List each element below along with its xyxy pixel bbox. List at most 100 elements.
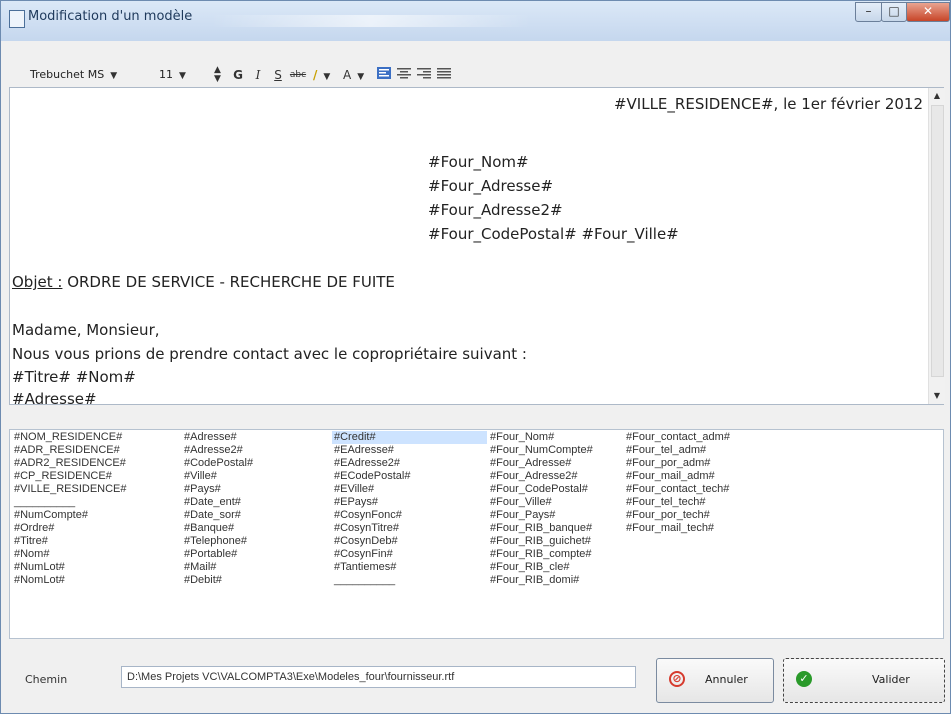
editor-scrollbar[interactable]: ▲ ▼ — [928, 88, 945, 404]
merge-field-item[interactable]: #Four_contact_adm# — [624, 431, 784, 444]
merge-field-item[interactable]: #Four_contact_tech# — [624, 483, 784, 496]
close-button[interactable]: ✕ — [906, 2, 950, 22]
merge-field-item[interactable]: #CosynTitre# — [332, 522, 487, 535]
italic-button[interactable]: I — [249, 65, 267, 85]
merge-field-item[interactable]: #Debit# — [182, 574, 332, 587]
merge-field-item[interactable]: #EPays# — [332, 496, 487, 509]
align-right-button[interactable] — [415, 65, 433, 85]
merge-field-item[interactable]: #Tantiemes# — [332, 561, 487, 574]
merge-field-item[interactable]: #ADR_RESIDENCE# — [12, 444, 162, 457]
merge-field-item[interactable]: #EVille# — [332, 483, 487, 496]
merge-field-item[interactable]: #Telephone# — [182, 535, 332, 548]
merge-field-item[interactable]: #Adresse2# — [182, 444, 332, 457]
merge-field-item[interactable]: #Four_mail_tech# — [624, 522, 784, 535]
merge-field-item[interactable]: #EAdresse2# — [332, 457, 487, 470]
merge-field-item[interactable]: #CosynFonc# — [332, 509, 487, 522]
merge-field-item[interactable]: #Four_por_tech# — [624, 509, 784, 522]
text-color-button[interactable]: A ▼ — [343, 65, 373, 85]
annuler-button[interactable]: ⊘ Annuler — [656, 658, 774, 703]
maximize-button[interactable]: □ — [881, 2, 907, 22]
valider-button[interactable]: ✓ Valider — [783, 658, 945, 703]
highlight-color-button[interactable]: / ▼ — [313, 65, 343, 85]
fields-column-4: #Four_Nom# #Four_NumCompte# #Four_Adresse#… — [488, 431, 638, 587]
merge-field-item[interactable]: #ADR2_RESIDENCE# — [12, 457, 162, 470]
merge-field-item[interactable]: #Ville# — [182, 470, 332, 483]
merge-field-item[interactable]: #Four_Nom# — [488, 431, 638, 444]
merge-field-item[interactable]: #CodePostal# — [182, 457, 332, 470]
merge-field-item[interactable]: #EAdresse# — [332, 444, 487, 457]
salutation-line: Madame, Monsieur, — [12, 321, 160, 339]
merge-field-item[interactable]: #CosynFin# — [332, 548, 487, 561]
document-icon — [9, 10, 25, 28]
strikethrough-button[interactable]: abc — [289, 65, 307, 85]
merge-field-item[interactable]: #Four_Adresse# — [488, 457, 638, 470]
merge-field-item[interactable]: #Four_RIB_guichet# — [488, 535, 638, 548]
align-center-button[interactable] — [395, 65, 413, 85]
merge-field-item[interactable]: #ECodePostal# — [332, 470, 487, 483]
merge-field-item[interactable]: #CosynDeb# — [332, 535, 487, 548]
justify-icon — [437, 68, 451, 79]
supplier-city-line: #Four_CodePostal# #Four_Ville# — [428, 225, 679, 243]
check-icon: ✓ — [796, 671, 812, 687]
title-bar[interactable]: Modification d'un modèle – □ ✕ — [1, 1, 950, 41]
merge-field-item[interactable]: #Four_Ville# — [488, 496, 638, 509]
minimize-button[interactable]: – — [855, 2, 882, 22]
merge-field-item[interactable]: #Four_CodePostal# — [488, 483, 638, 496]
merge-field-item[interactable]: #Nom# — [12, 548, 162, 561]
place-date-line: #VILLE_RESIDENCE#, le 1er février 2012 — [613, 95, 923, 113]
font-size-select[interactable]: 11 ▼ — [159, 65, 209, 85]
merge-field-item[interactable]: __________ — [12, 496, 162, 509]
font-name-select[interactable]: Trebuchet MS ▼ — [30, 65, 154, 85]
scroll-down-icon[interactable]: ▼ — [929, 388, 945, 404]
annuler-label: Annuler — [705, 673, 748, 686]
title-bar-glow — [211, 15, 531, 27]
merge-fields-list[interactable]: #NOM_RESIDENCE# #ADR_RESIDENCE# #ADR2_RESI… — [9, 429, 944, 639]
merge-field-item[interactable]: #Four_Adresse2# — [488, 470, 638, 483]
merge-field-item[interactable]: #Four_tel_tech# — [624, 496, 784, 509]
merge-field-item[interactable]: #Four_mail_adm# — [624, 470, 784, 483]
merge-field-item[interactable]: #Adresse# — [182, 431, 332, 444]
merge-field-item[interactable]: #VILLE_RESIDENCE# — [12, 483, 162, 496]
merge-field-item[interactable]: #Titre# — [12, 535, 162, 548]
merge-field-item[interactable]: #Four_Pays# — [488, 509, 638, 522]
scroll-thumb[interactable] — [931, 105, 944, 377]
justify-button[interactable] — [435, 65, 453, 85]
align-center-icon — [397, 68, 411, 79]
merge-field-item[interactable]: #NumLot# — [12, 561, 162, 574]
rich-text-editor[interactable]: #VILLE_RESIDENCE#, le 1er février 2012 #… — [9, 87, 945, 408]
merge-field-item[interactable]: __________ — [332, 574, 487, 587]
merge-field-item[interactable]: #NomLot# — [12, 574, 162, 587]
merge-field-item[interactable]: #Date_ent# — [182, 496, 332, 509]
merge-field-item[interactable]: #Four_RIB_domi# — [488, 574, 638, 587]
merge-field-item[interactable]: #Credit# — [332, 431, 487, 444]
supplier-address-line: #Four_Adresse# — [428, 177, 554, 195]
merge-field-item[interactable]: #Four_RIB_cle# — [488, 561, 638, 574]
chevron-down-icon: ▼ — [323, 72, 331, 82]
bottom-bar: Chemin D:\Mes Projets VC\VALCOMPTA3\Exe\… — [1, 651, 950, 713]
merge-field-item[interactable]: #Portable# — [182, 548, 332, 561]
merge-field-item[interactable]: #NOM_RESIDENCE# — [12, 431, 162, 444]
supplier-address2-line: #Four_Adresse2# — [428, 201, 563, 219]
merge-field-item[interactable]: #Four_RIB_banque# — [488, 522, 638, 535]
merge-field-item[interactable]: #Four_NumCompte# — [488, 444, 638, 457]
font-size-value: 11 — [159, 68, 173, 81]
merge-field-item[interactable]: #CP_RESIDENCE# — [12, 470, 162, 483]
path-field[interactable]: D:\Mes Projets VC\VALCOMPTA3\Exe\Modeles… — [121, 666, 636, 688]
merge-field-item[interactable]: #NumCompte# — [12, 509, 162, 522]
fields-column-2: #Adresse# #Adresse2# #CodePostal# #Ville# #P… — [182, 431, 332, 587]
underline-button[interactable]: S — [269, 65, 287, 85]
merge-field-item[interactable]: #Four_por_adm# — [624, 457, 784, 470]
merge-field-item[interactable]: #Four_RIB_compte# — [488, 548, 638, 561]
size-stepper-icon[interactable]: ▲ ▼ — [214, 66, 224, 84]
bold-button[interactable]: G — [229, 65, 247, 85]
merge-field-item[interactable]: #Mail# — [182, 561, 332, 574]
merge-field-item[interactable]: #Date_sor# — [182, 509, 332, 522]
merge-field-item[interactable]: #Four_tel_adm# — [624, 444, 784, 457]
pen-icon: / — [313, 68, 318, 82]
merge-field-item[interactable]: #Banque# — [182, 522, 332, 535]
align-left-button[interactable] — [375, 65, 393, 85]
merge-field-item[interactable]: #Pays# — [182, 483, 332, 496]
merge-field-item[interactable]: #Ordre# — [12, 522, 162, 535]
scroll-up-icon[interactable]: ▲ — [929, 88, 945, 104]
cancel-icon: ⊘ — [669, 671, 685, 687]
